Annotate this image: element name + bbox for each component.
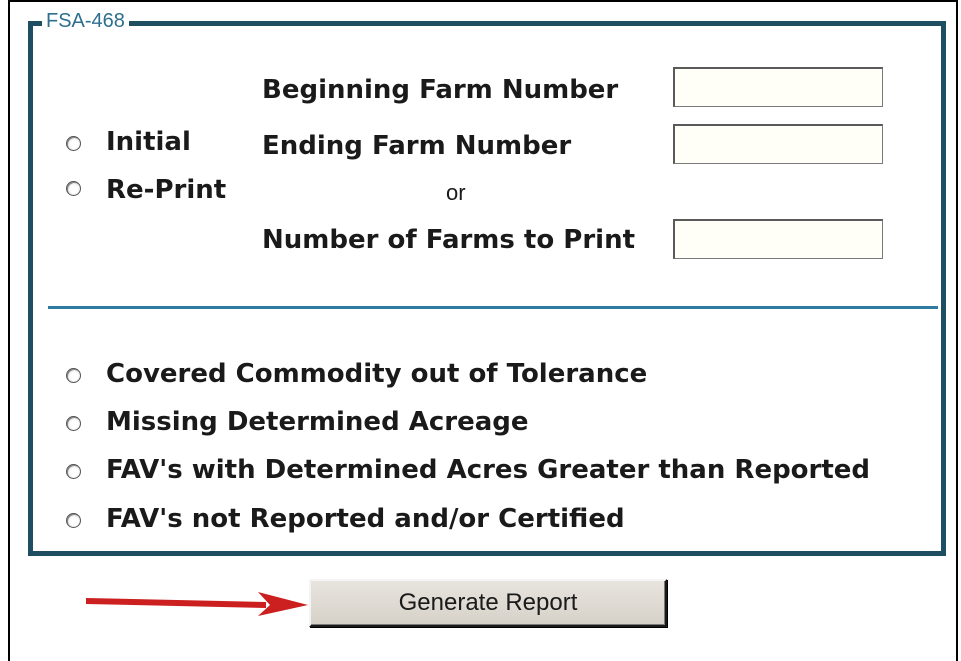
missing-acreage-label[interactable]: Missing Determined Acreage xyxy=(106,407,529,437)
covered-commodity-radio[interactable] xyxy=(66,368,81,383)
initial-label[interactable]: Initial xyxy=(106,127,191,157)
fav-not-reported-label[interactable]: FAV's not Reported and/or Certified xyxy=(106,504,625,534)
ending-farm-number-label: Ending Farm Number xyxy=(262,131,572,161)
fav-determined-acres-label[interactable]: FAV's with Determined Acres Greater than… xyxy=(106,455,870,485)
ending-farm-number-input[interactable] xyxy=(673,124,883,164)
reprint-label[interactable]: Re-Print xyxy=(106,175,226,205)
reprint-radio[interactable] xyxy=(66,181,81,196)
generate-report-button[interactable]: Generate Report xyxy=(309,579,667,627)
or-separator-text: or xyxy=(446,180,466,205)
fieldset-legend: FSA-468 xyxy=(42,8,129,34)
beginning-farm-number-label: Beginning Farm Number xyxy=(262,75,619,105)
initial-radio[interactable] xyxy=(66,136,81,151)
covered-commodity-label[interactable]: Covered Commodity out of Tolerance xyxy=(106,359,647,389)
fav-not-reported-radio[interactable] xyxy=(66,513,81,528)
number-of-farms-input[interactable] xyxy=(673,219,883,259)
section-divider xyxy=(48,306,938,309)
missing-acreage-radio[interactable] xyxy=(66,416,81,431)
fav-determined-acres-radio[interactable] xyxy=(66,464,81,479)
beginning-farm-number-input[interactable] xyxy=(673,67,883,107)
arrow-right-icon xyxy=(86,592,308,616)
number-of-farms-label: Number of Farms to Print xyxy=(262,225,636,255)
